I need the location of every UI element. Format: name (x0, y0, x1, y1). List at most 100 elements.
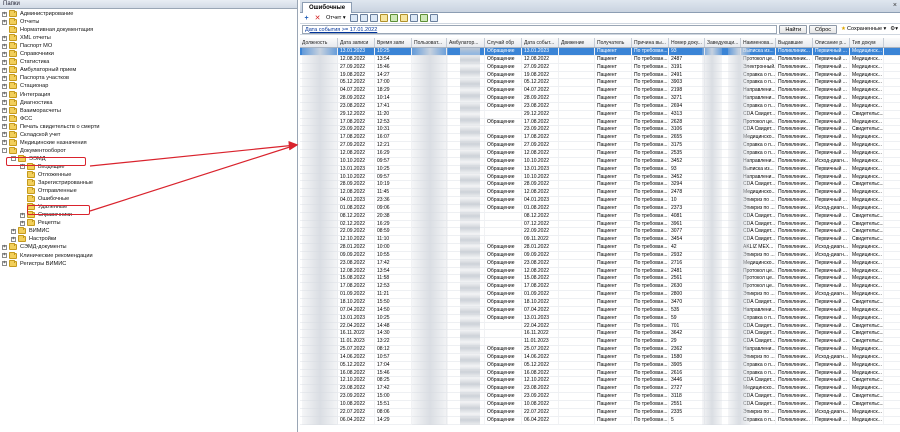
tab-erroneous[interactable]: Ошибочные (302, 2, 353, 13)
column-header[interactable]: Заведующи... (705, 38, 741, 47)
tree-item[interactable]: + Складской учет (2, 130, 60, 139)
table-row[interactable]: 18.10.2022 15:50 Обращение 18.10.2022 Пациен… (300, 299, 900, 307)
tree-item[interactable]: + Амбулаторный прием (2, 66, 76, 74)
filter-field[interactable]: Дата события >= 17.01.2022 (302, 24, 778, 34)
table-row[interactable]: 13.01.2023 10:25 Обращение 13.01.2023 Пациен… (300, 48, 900, 56)
table-row[interactable]: 28.01.2022 10:00 Обращение 28.01.2022 Пациен… (300, 244, 900, 252)
table-row[interactable]: 14.06.2022 10:57 Обращение 14.06.2022 Пациен… (300, 353, 900, 362)
find-button[interactable]: Найти (779, 24, 808, 34)
expand-icon[interactable]: + (2, 253, 7, 258)
refresh-icon[interactable] (429, 14, 438, 22)
tree-item[interactable]: Ошибочные (20, 195, 69, 203)
expand-icon[interactable]: + (2, 83, 7, 89)
tree-item[interactable]: + Клинические рекомендации (2, 251, 93, 260)
table-row[interactable]: 08.12.2022 20:38 08.12.2022 Пациент По требо… (300, 212, 900, 221)
saved-filters-dropdown[interactable]: ★ Сохраненные ▾ (839, 26, 886, 32)
tree-item[interactable]: + Диагностика (2, 98, 52, 107)
table-row[interactable]: 16.08.2022 15:46 Обращение 16.08.2022 Пациен… (300, 369, 900, 378)
table-row[interactable]: 23.09.2022 10:31 23.09.2022 Пациент По требо… (300, 126, 900, 135)
table-row[interactable]: 19.08.2022 14:27 Обращение 19.08.2022 Пациен… (300, 71, 900, 80)
expand-icon[interactable]: + (2, 59, 7, 65)
expand-icon[interactable]: + (2, 140, 7, 146)
tree-item[interactable]: + Отчеты (2, 18, 39, 26)
table-row[interactable]: 29.12.2022 11:20 29.12.2022 Пациент По требо… (300, 110, 900, 119)
column-header[interactable]: Амбулатор... (447, 38, 485, 47)
table-row[interactable]: 23.09.2022 15:00 Обращение 23.09.2022 Пациен… (300, 393, 900, 401)
close-icon[interactable]: × (893, 2, 897, 10)
column-header[interactable]: Тип докум (850, 38, 884, 47)
expand-icon[interactable]: + (2, 244, 7, 250)
table-row[interactable]: 10.10.2022 09:57 Обращение 10.10.2022 Пациен… (300, 157, 900, 166)
tree-item[interactable]: Нормативная документация (2, 26, 93, 34)
column-header[interactable]: Описание р... (813, 38, 850, 47)
expand-icon[interactable]: + (11, 228, 16, 234)
reset-button[interactable]: Сброс (809, 24, 838, 34)
column-header[interactable]: Причина вы... (632, 38, 669, 47)
table-row[interactable]: 16.11.2022 14:30 16.11.2022 Пациент По требо… (300, 330, 900, 339)
table-row[interactable]: 22.09.2022 08:59 22.09.2022 Пациент По требо… (300, 228, 900, 237)
tree-item[interactable]: + СЭМД-документы (2, 243, 67, 251)
table-row[interactable]: 27.09.2022 12:21 Обращение 27.09.2022 Пациен… (300, 142, 900, 150)
tree-item[interactable]: + Настройки (11, 235, 56, 243)
tree-item[interactable]: Отправленные (20, 187, 77, 195)
print-icon[interactable] (369, 14, 378, 22)
table-row[interactable]: 13.01.2023 10:25 Обращение 13.01.2023 Пациен… (300, 314, 900, 323)
expand-icon[interactable]: + (2, 261, 7, 267)
expand-icon[interactable]: + (2, 108, 7, 114)
collapse-icon[interactable]: - (2, 148, 7, 154)
tree-item[interactable]: Отложенные (20, 171, 71, 179)
tree-item[interactable]: + Медицинские назначения (2, 138, 87, 147)
grid-settings-icon[interactable] (349, 14, 358, 22)
column-header[interactable]: Наименова... (741, 38, 776, 47)
tree-item[interactable]: + Статистика (2, 58, 49, 66)
expand-icon[interactable]: + (2, 51, 7, 57)
table-row[interactable]: 10.10.2022 09:57 Обращение 10.10.2022 Пациен… (300, 173, 900, 182)
expand-icon[interactable]: + (2, 116, 7, 122)
table-row[interactable]: 23.08.2022 17:41 Обращение 23.08.2022 Пациен… (300, 102, 900, 111)
expand-icon[interactable]: + (20, 212, 25, 218)
table-row[interactable]: 22.07.2022 08:06 Обращение 22.07.2022 Пациен… (300, 408, 900, 417)
tree-item[interactable]: + Справочники (2, 50, 54, 58)
report-button[interactable]: Отчет ▾ (324, 15, 348, 21)
table-row[interactable]: 01.08.2022 09:06 Обращение 01.08.2022 Пациен… (300, 204, 900, 213)
expand-icon[interactable]: + (2, 124, 7, 130)
edit-icon[interactable] (379, 14, 388, 22)
tree-item[interactable]: - Документооборот (2, 146, 66, 155)
expand-icon[interactable]: + (2, 43, 7, 49)
column-header[interactable]: Должность (300, 38, 338, 47)
tree-item[interactable]: + Паспорта участков (2, 74, 69, 82)
table-row[interactable]: 09.09.2022 10:55 Обращение 09.09.2022 Пациен… (300, 251, 900, 260)
note-icon[interactable] (399, 14, 408, 22)
expand-icon[interactable]: + (2, 67, 7, 73)
table-row[interactable]: 28.09.2022 10:14 Обращение 28.09.2022 Пациен… (300, 95, 900, 103)
delete-icon[interactable]: ✕ (313, 14, 322, 23)
tree-item[interactable]: + Паспорт МО (2, 42, 52, 50)
column-header[interactable]: Получатель (595, 38, 632, 47)
tree-item[interactable]: + Регистры ВИМИС (2, 259, 66, 268)
table-row[interactable]: 27.09.2022 15:46 Обращение 27.09.2022 Пациен… (300, 63, 900, 72)
tree-item[interactable]: + Рецепты (20, 219, 60, 227)
table-row[interactable]: 17.08.2022 16:07 Обращение 17.08.2022 Пациен… (300, 134, 900, 143)
table-row[interactable]: 07.04.2022 14:50 Обращение 07.04.2022 Пациен… (300, 306, 900, 315)
expand-icon[interactable]: + (20, 220, 25, 226)
tree-item[interactable]: + XML отчеты (2, 34, 51, 42)
table-row[interactable]: 17.08.2022 12:53 Обращение 17.08.2022 Пациен… (300, 283, 900, 292)
settings-icon[interactable]: ⚙▾ (888, 26, 898, 32)
table-row[interactable]: 23.08.2022 17:42 Обращение 23.08.2022 Пациен… (300, 259, 900, 268)
table-row[interactable]: 05.12.2022 17:04 Обращение 05.12.2022 Пациен… (300, 361, 900, 370)
table-row[interactable]: 15.08.2022 11:58 Обращение 15.08.2022 Пациен… (300, 275, 900, 284)
table-row[interactable]: 25.07.2022 08:12 Обращение 25.07.2022 Пациен… (300, 346, 900, 354)
expand-icon[interactable]: + (2, 100, 7, 106)
tree-item[interactable]: + Стационар (2, 82, 48, 90)
export-icon[interactable] (359, 14, 368, 22)
column-header[interactable]: Пользоват... (412, 38, 447, 47)
table-row[interactable]: 04.01.2023 23:36 Обращение 04.01.2023 Пациен… (300, 197, 900, 205)
expand-icon[interactable]: + (2, 11, 7, 17)
tools-icon[interactable] (409, 14, 418, 22)
table-row[interactable]: 01.09.2022 11:21 Обращение 01.09.2022 Пациен… (300, 291, 900, 299)
tree-item[interactable]: + Администрирование (2, 10, 73, 18)
add-icon[interactable]: + (302, 14, 311, 23)
tree-item[interactable]: + ФСС (2, 114, 32, 123)
table-row[interactable]: 12.08.2022 13:54 Обращение 12.08.2022 Пациен… (300, 267, 900, 276)
tree-item[interactable]: + ВИМИС (11, 227, 49, 235)
